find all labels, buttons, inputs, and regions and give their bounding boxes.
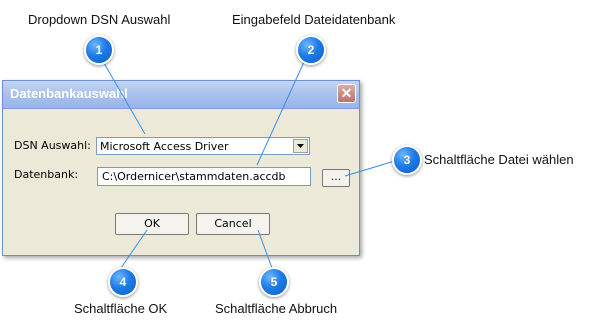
callout-badge-4: 4 — [108, 267, 138, 297]
dialog-titlebar[interactable]: Datenbankauswahl ✕ — [3, 81, 359, 109]
dsn-dropdown[interactable]: Microsoft Access Driver — [96, 137, 310, 155]
callout-label-browse-button: Schaltfläche Datei wählen — [424, 152, 574, 167]
dsn-label: DSN Auswahl: — [14, 139, 91, 152]
browse-file-button[interactable]: ... — [322, 169, 350, 187]
database-selection-dialog: Datenbankauswahl ✕ DSN Auswahl: Microsof… — [2, 80, 360, 256]
callout-label-dsn-dropdown: Dropdown DSN Auswahl — [28, 12, 171, 27]
close-icon: ✕ — [340, 85, 353, 101]
callout-badge-5: 5 — [259, 267, 289, 297]
callout-badge-3: 3 — [392, 145, 422, 175]
callout-label-cancel-button: Schaltfläche Abbruch — [215, 301, 338, 316]
database-path-value: C:\Ordernicer\stammdaten.accdb — [102, 170, 286, 183]
database-path-input[interactable]: C:\Ordernicer\stammdaten.accdb — [97, 167, 311, 186]
callout-badge-1: 1 — [84, 35, 114, 65]
dropdown-arrow-button[interactable] — [293, 139, 308, 153]
close-button[interactable]: ✕ — [337, 84, 356, 103]
ok-button[interactable]: OK — [115, 213, 189, 235]
callout-label-database-field: Eingabefeld Dateidatenbank — [232, 12, 396, 27]
callout-badge-2: 2 — [296, 35, 326, 65]
chevron-down-icon — [297, 144, 304, 148]
dialog-title: Datenbankauswahl — [10, 86, 128, 101]
database-label: Datenbank: — [14, 168, 79, 181]
dsn-selected-value: Microsoft Access Driver — [100, 140, 229, 153]
callout-label-ok-button: Schaltfläche OK — [74, 301, 168, 316]
cancel-button[interactable]: Cancel — [196, 213, 270, 235]
